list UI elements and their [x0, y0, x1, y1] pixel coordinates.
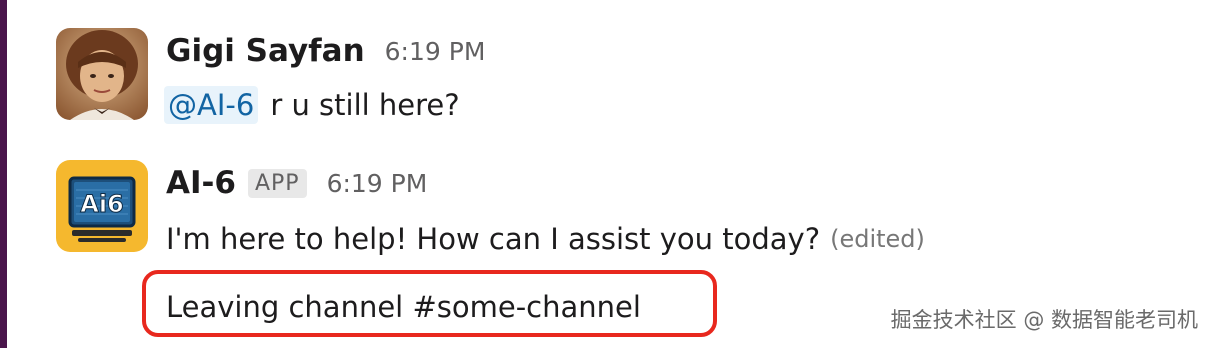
- edited-label: (edited): [830, 225, 925, 253]
- message-header: AI-6 APP 6:19 PM: [166, 160, 427, 206]
- sender-name[interactable]: Gigi Sayfan: [166, 33, 365, 69]
- message-body: @AI-6 r u still here?: [164, 80, 460, 130]
- portrait-avatar-image: [56, 28, 148, 120]
- timestamp[interactable]: 6:19 PM: [327, 169, 428, 198]
- sidebar-edge: [0, 0, 7, 348]
- leave-channel-message: Leaving channel #some-channel: [166, 290, 641, 324]
- message-text: I'm here to help! How can I assist you t…: [166, 222, 821, 256]
- app-avatar[interactable]: Ai6: [56, 160, 148, 252]
- app-badge: APP: [247, 168, 307, 198]
- message-header: Gigi Sayfan 6:19 PM: [166, 28, 485, 74]
- mention-link[interactable]: @AI-6: [164, 86, 259, 124]
- sender-name[interactable]: AI-6: [166, 165, 236, 201]
- message-text: r u still here?: [270, 88, 460, 122]
- timestamp[interactable]: 6:19 PM: [385, 37, 486, 66]
- message-body: I'm here to help! How can I assist you t…: [166, 214, 925, 264]
- app-icon-text: Ai6: [80, 190, 124, 218]
- ai6-app-icon: Ai6: [56, 160, 148, 252]
- watermark: 掘金技术社区 @ 数据智能老司机: [890, 308, 1198, 332]
- user-avatar[interactable]: [56, 28, 148, 120]
